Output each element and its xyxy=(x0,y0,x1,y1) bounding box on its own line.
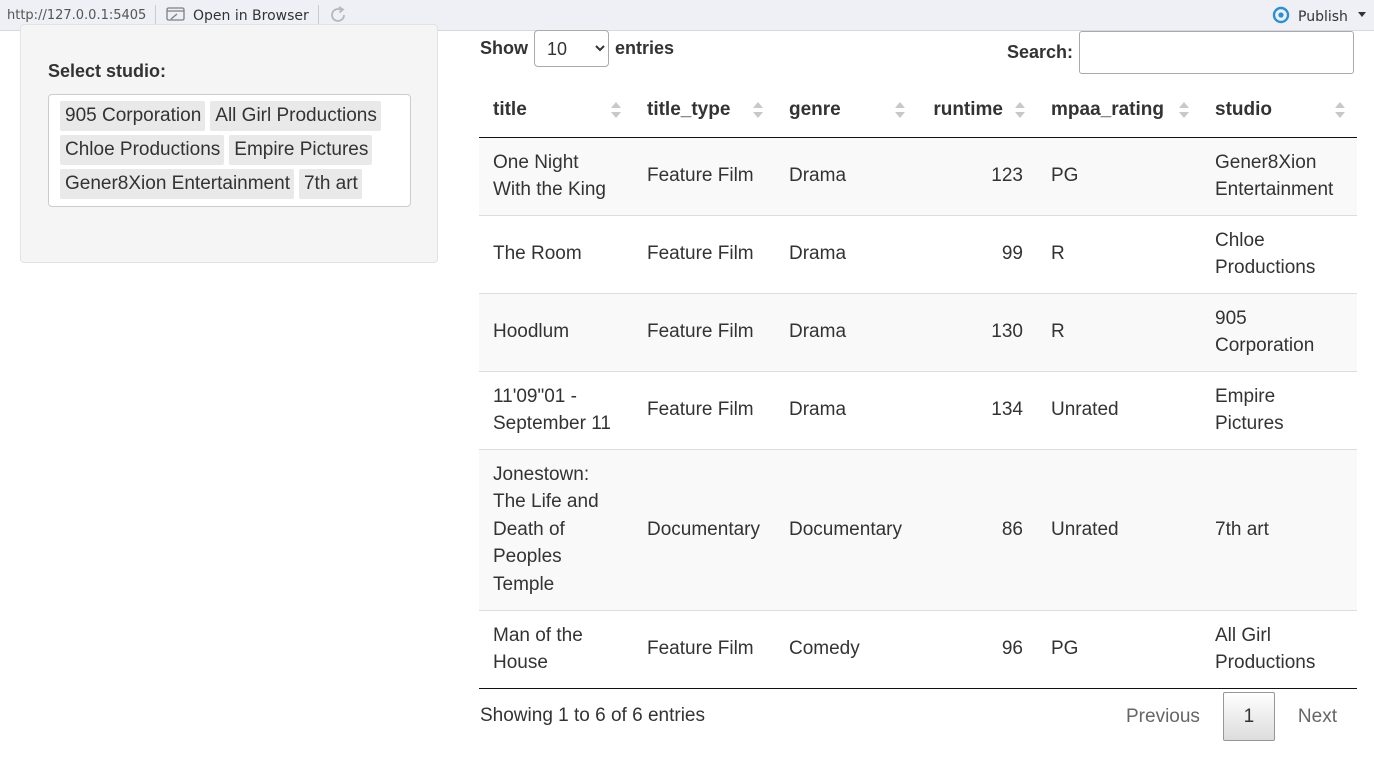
table-row: One Night With the King Feature Film Dra… xyxy=(479,136,1357,215)
column-header-title-type[interactable]: title_type xyxy=(633,83,775,138)
open-in-browser-label: Open in Browser xyxy=(193,8,309,24)
search-label: Search: xyxy=(1007,42,1074,62)
movies-table: title title_type genre runtime mpaa_rati… xyxy=(479,83,1357,689)
open-in-browser-icon xyxy=(166,6,186,26)
cell-studio: Gener8Xion Entertainment xyxy=(1201,136,1357,215)
table-row: Man of the House Feature Film Comedy 96 … xyxy=(479,609,1357,689)
toolbar-divider xyxy=(155,5,156,25)
cell-genre: Drama xyxy=(775,136,917,215)
entries-length-select[interactable]: 10 25 50 100 xyxy=(534,30,609,67)
cell-runtime: 96 xyxy=(917,609,1037,689)
sort-icon xyxy=(1015,100,1025,120)
cell-genre: Drama xyxy=(775,214,917,293)
studio-chip[interactable]: 7th art xyxy=(298,169,362,199)
cell-mpaa-rating: R xyxy=(1037,214,1201,293)
studio-chip[interactable]: Empire Pictures xyxy=(229,135,373,165)
table-info: Showing 1 to 6 of 6 entries xyxy=(480,705,705,726)
cell-title: Jonestown: The Life and Death of Peoples… xyxy=(479,448,633,610)
sidebar-panel: Select studio: 905 Corporation All Girl … xyxy=(20,24,438,263)
cell-title-type: Feature Film xyxy=(633,136,775,215)
cell-studio: 905 Corporation xyxy=(1201,292,1357,371)
sort-icon xyxy=(1179,100,1189,120)
cell-studio: Chloe Productions xyxy=(1201,214,1357,293)
cell-mpaa-rating: Unrated xyxy=(1037,370,1201,449)
cell-title-type: Documentary xyxy=(633,448,775,610)
column-header-label: title_type xyxy=(647,98,731,120)
cell-genre: Drama xyxy=(775,292,917,371)
cell-title: 11'09"01 - September 11 xyxy=(479,370,633,449)
studio-chip[interactable]: Chloe Productions xyxy=(60,135,225,165)
cell-title-type: Feature Film xyxy=(633,292,775,371)
studio-chip[interactable]: 905 Corporation xyxy=(60,101,206,131)
studio-chip[interactable]: All Girl Productions xyxy=(210,101,381,131)
column-header-title[interactable]: title xyxy=(479,83,633,138)
cell-studio: 7th art xyxy=(1201,448,1357,610)
sort-icon xyxy=(611,100,621,120)
cell-title-type: Feature Film xyxy=(633,609,775,689)
toolbar-divider xyxy=(318,5,319,25)
table-row: Hoodlum Feature Film Drama 130 R 905 Cor… xyxy=(479,292,1357,371)
previous-page-button[interactable]: Previous xyxy=(1110,693,1216,741)
cell-runtime: 99 xyxy=(917,214,1037,293)
cell-runtime: 86 xyxy=(917,448,1037,610)
column-header-label: mpaa_rating xyxy=(1051,98,1164,120)
table-row: The Room Feature Film Drama 99 R Chloe P… xyxy=(479,214,1357,293)
publish-button[interactable]: Publish xyxy=(1270,6,1348,28)
cell-genre: Documentary xyxy=(775,448,917,610)
column-header-label: studio xyxy=(1215,98,1272,120)
studio-chip[interactable]: Gener8Xion Entertainment xyxy=(60,169,294,199)
cell-genre: Drama xyxy=(775,370,917,449)
pagination: Previous 1 Next xyxy=(1110,692,1353,741)
table-header-row: title title_type genre runtime mpaa_rati… xyxy=(479,83,1357,138)
column-header-runtime[interactable]: runtime xyxy=(917,83,1037,138)
cell-title: One Night With the King xyxy=(479,136,633,215)
publish-label: Publish xyxy=(1298,9,1348,25)
search-input[interactable] xyxy=(1079,31,1355,74)
next-page-button[interactable]: Next xyxy=(1282,693,1353,741)
publish-dropdown-icon[interactable] xyxy=(1358,12,1366,17)
sort-icon xyxy=(753,100,763,120)
cell-mpaa-rating: PG xyxy=(1037,609,1201,689)
cell-mpaa-rating: R xyxy=(1037,292,1201,371)
column-header-label: genre xyxy=(789,98,841,120)
cell-title: The Room xyxy=(479,214,633,293)
table-search: Search: xyxy=(1007,31,1355,74)
studio-multiselect[interactable]: 905 Corporation All Girl Productions Chl… xyxy=(48,94,411,207)
column-header-genre[interactable]: genre xyxy=(775,83,917,138)
table-row: 11'09"01 - September 11 Feature Film Dra… xyxy=(479,370,1357,449)
table-row: Jonestown: The Life and Death of Peoples… xyxy=(479,448,1357,610)
column-header-mpaa-rating[interactable]: mpaa_rating xyxy=(1037,83,1201,138)
cell-mpaa-rating: Unrated xyxy=(1037,448,1201,610)
cell-title: Hoodlum xyxy=(479,292,633,371)
cell-runtime: 123 xyxy=(917,136,1037,215)
url-label: http://127.0.0.1:5405 xyxy=(7,8,147,23)
entries-label: entries xyxy=(615,38,675,58)
column-header-studio[interactable]: studio xyxy=(1201,83,1357,138)
page-1-button[interactable]: 1 xyxy=(1222,692,1275,741)
open-in-browser-button[interactable]: Open in Browser xyxy=(166,6,309,26)
cell-title-type: Feature Film xyxy=(633,214,775,293)
entries-length-control: Show 10 25 50 100 entries xyxy=(480,30,674,67)
cell-mpaa-rating: PG xyxy=(1037,136,1201,215)
sort-icon xyxy=(895,100,905,120)
cell-title-type: Feature Film xyxy=(633,370,775,449)
sort-icon xyxy=(1335,100,1345,120)
column-header-label: title xyxy=(493,98,527,120)
cell-studio: All Girl Productions xyxy=(1201,609,1357,689)
cell-runtime: 130 xyxy=(917,292,1037,371)
cell-title: Man of the House xyxy=(479,609,633,689)
column-header-label: runtime xyxy=(933,98,1003,120)
cell-genre: Comedy xyxy=(775,609,917,689)
cell-studio: Empire Pictures xyxy=(1201,370,1357,449)
publish-icon xyxy=(1270,6,1292,28)
cell-runtime: 134 xyxy=(917,370,1037,449)
show-label: Show xyxy=(480,38,528,58)
studio-select-label: Select studio: xyxy=(48,61,167,81)
